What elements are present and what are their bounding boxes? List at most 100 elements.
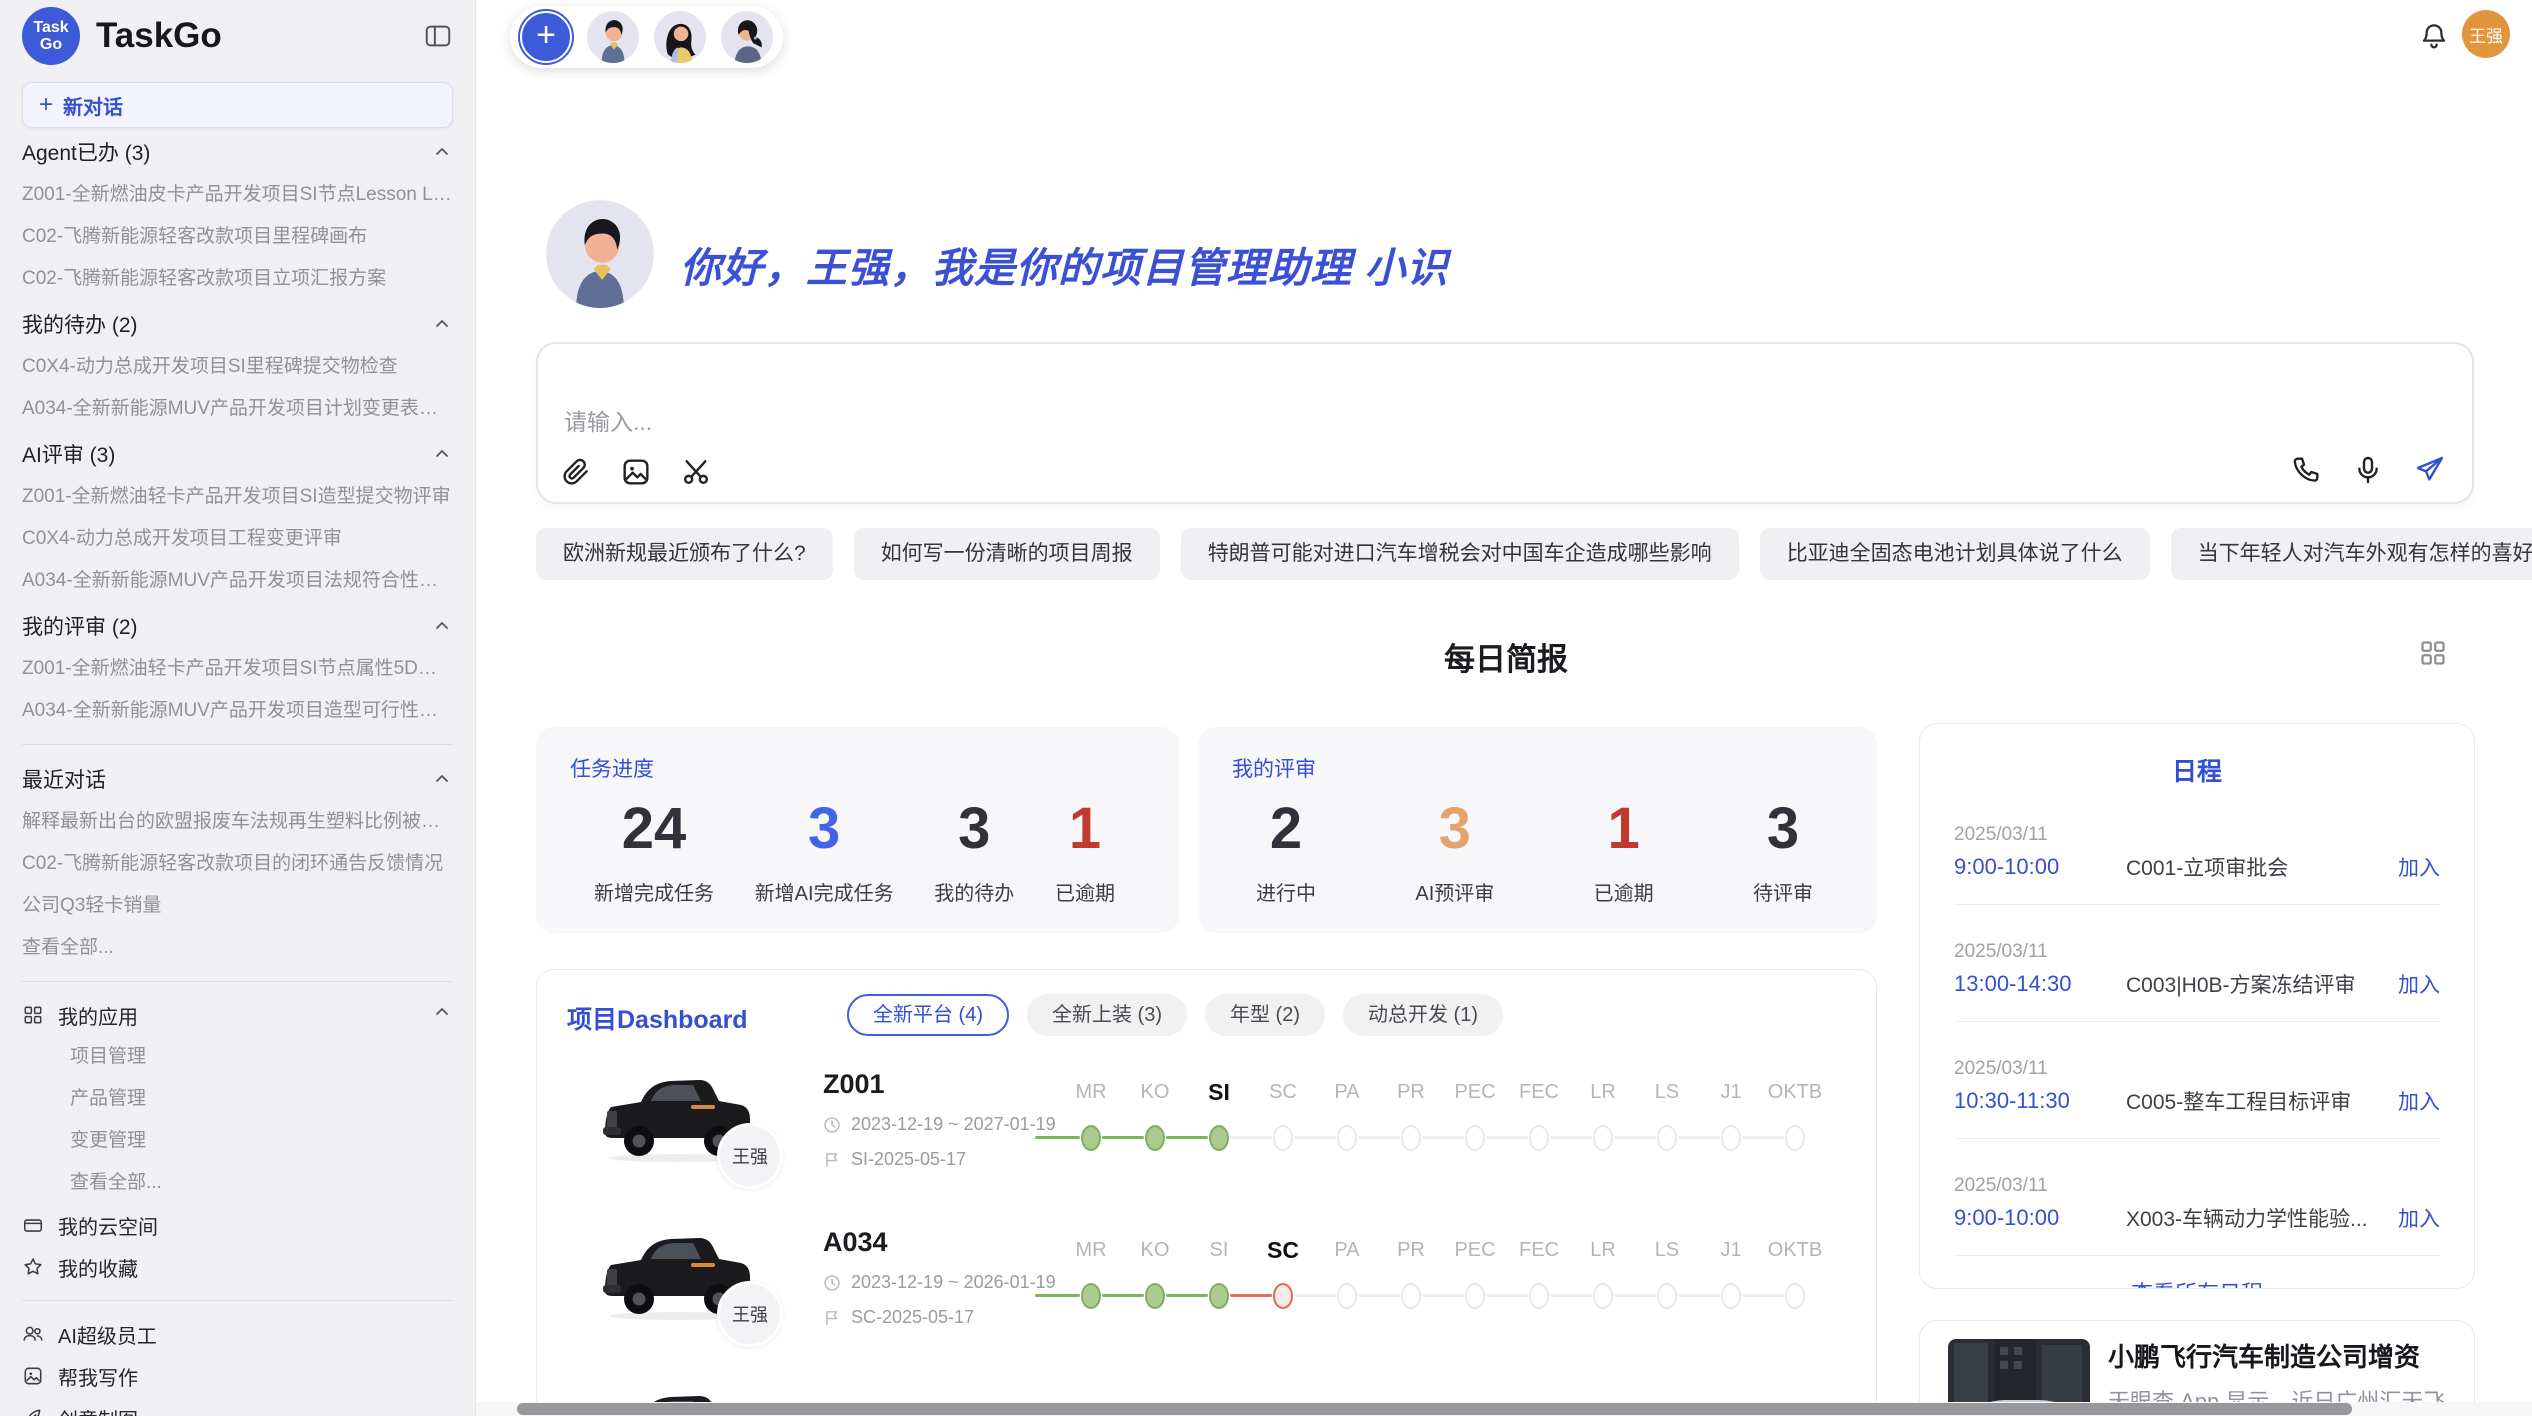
chevron-up-icon[interactable] — [431, 768, 453, 790]
dashboard-tab[interactable]: 年型 (2) — [1205, 994, 1325, 1036]
sidebar-tool-ai-staff[interactable]: AI超级员工 — [22, 1313, 453, 1355]
attach-icon[interactable] — [560, 456, 592, 488]
sidebar-my-apps[interactable]: 我的应用 — [22, 994, 453, 1036]
sidebar-task-item[interactable]: Z001-全新燃油轻卡产品开发项目SI节点属性5D文件评审 — [22, 648, 453, 690]
join-link[interactable]: 加入 — [2398, 1086, 2440, 1116]
new-session-button[interactable] — [520, 11, 572, 63]
date-range-text: 2023-12-19 ~ 2027-01-19 — [851, 1114, 1056, 1135]
image-icon[interactable] — [620, 456, 652, 488]
sidebar-section-label: 我的待办 (2) — [22, 309, 138, 339]
stat-label: 新增AI完成任务 — [755, 877, 894, 906]
app-logo-top: Task — [33, 19, 68, 36]
stat: 2进行中 — [1256, 797, 1316, 906]
suggestion-chip[interactable]: 欧洲新规最近颁布了什么? — [536, 528, 833, 580]
sidebar-recent-section: 最近对话解释最新出台的欧盟报废车法规再生塑料比例被调至15%...C02-飞腾新… — [22, 757, 453, 969]
project-dashboard-card: 项目Dashboard 全新平台 (4)全新上装 (3)年型 (2)动总开发 (… — [536, 969, 1877, 1416]
event-time: 10:30-11:30 — [1954, 1088, 2126, 1114]
stat-value: 3 — [755, 797, 894, 861]
app-item[interactable]: 产品管理 — [22, 1078, 453, 1120]
join-link[interactable]: 加入 — [2398, 1203, 2440, 1233]
sidebar-tool-writing[interactable]: 帮我写作 — [22, 1355, 453, 1397]
event-name: C003|H0B-方案冻结评审 — [2126, 969, 2398, 999]
stat: 3AI预评审 — [1415, 797, 1494, 906]
app-item[interactable]: 项目管理 — [22, 1036, 453, 1078]
suggestion-chip[interactable]: 特朗普可能对进口汽车增税会对中国车企造成哪些影响 — [1181, 528, 1739, 580]
chevron-up-icon[interactable] — [431, 443, 453, 465]
chevron-up-icon[interactable] — [431, 615, 453, 637]
join-link[interactable]: 加入 — [2398, 852, 2440, 882]
chat-input[interactable] — [562, 408, 1762, 437]
app-window: Task Go TaskGo 新对话 Agent已办 (3)Z001-全新燃油皮… — [0, 0, 2532, 1416]
view-all-chats-link[interactable]: 查看全部... — [22, 927, 453, 969]
schedule-event: 2025/03/119:00-10:00C001-立项审批会加入 — [1920, 824, 2474, 905]
app-item[interactable]: 变更管理 — [22, 1120, 453, 1162]
project-code[interactable]: Z001 — [823, 1069, 1056, 1100]
project-flag-milestone: SI-2025-05-17 — [823, 1149, 1056, 1170]
send-icon[interactable] — [2414, 454, 2446, 486]
sidebar-favorites[interactable]: 我的收藏 — [22, 1246, 453, 1288]
project-code[interactable]: A034 — [823, 1227, 1056, 1258]
milestone-dot — [1593, 1283, 1613, 1309]
suggestion-chips: 欧洲新规最近颁布了什么? 如何写一份清晰的项目周报特朗普可能对进口汽车增税会对中国… — [536, 528, 2476, 580]
sidebar-task-item[interactable]: C0X4-动力总成开发项目工程变更评审 — [22, 518, 453, 560]
phone-icon[interactable] — [2290, 454, 2322, 486]
milestone-label: MR — [1059, 1077, 1123, 1107]
sidebar-task-item[interactable]: A034-全新新能源MUV产品开发项目法规符合性评审 — [22, 560, 453, 602]
chevron-up-icon[interactable] — [431, 141, 453, 163]
recent-chat-item[interactable]: 解释最新出台的欧盟报废车法规再生塑料比例被调至15%... — [22, 801, 453, 843]
milestone-label: J1 — [1699, 1235, 1763, 1265]
chevron-up-icon[interactable] — [431, 1001, 453, 1029]
agent-avatar-1[interactable] — [587, 11, 639, 63]
sidebar-tool-drawing[interactable]: 创意制图 — [22, 1397, 453, 1416]
stat-value: 3 — [1753, 797, 1813, 861]
sidebar-task-item[interactable]: Z001-全新燃油皮卡产品开发项目SI节点Lesson Learn报告 — [22, 174, 453, 216]
sidebar-section-header[interactable]: Agent已办 (3) — [22, 130, 453, 174]
suggestion-chip[interactable]: 当下年轻人对汽车外观有怎样的喜好趋势 — [2171, 528, 2532, 580]
horizontal-scrollbar-thumb[interactable] — [517, 1403, 2352, 1415]
suggestion-chip[interactable]: 如何写一份清晰的项目周报 — [854, 528, 1160, 580]
chevron-up-icon[interactable] — [431, 313, 453, 335]
project-info: Z001 2023-12-19 ~ 2027-01-19 SI-2025-05-17 — [823, 1069, 1056, 1170]
milestone-label: PA — [1315, 1077, 1379, 1107]
sidebar-task-item[interactable]: A034-全新新能源MUV产品开发项目造型可行性评审 — [22, 690, 453, 732]
sidebar-task-item[interactable]: C02-飞腾新能源轻客改款项目立项汇报方案 — [22, 258, 453, 300]
sidebar-section-header[interactable]: 我的待办 (2) — [22, 302, 453, 346]
event-time: 13:00-14:30 — [1954, 971, 2126, 997]
sidebar-task-item[interactable]: Z001-全新燃油轻卡产品开发项目SI造型提交物评审 — [22, 476, 453, 518]
user-avatar[interactable]: 王强 — [2462, 10, 2510, 58]
divider — [1954, 904, 2440, 905]
new-chat-button[interactable]: 新对话 — [22, 82, 453, 128]
screenshot-scissors-icon[interactable] — [680, 456, 712, 488]
milestone-label: SC — [1251, 1077, 1315, 1107]
recent-chat-item[interactable]: C02-飞腾新能源轻客改款项目的闭环通告反馈情况 — [22, 843, 453, 885]
dashboard-tab[interactable]: 全新上装 (3) — [1027, 994, 1187, 1036]
agent-avatar-3[interactable] — [721, 11, 773, 63]
sidebar-task-item[interactable]: C0X4-动力总成开发项目SI里程碑提交物检查 — [22, 346, 453, 388]
sidebar-task-item[interactable]: C02-飞腾新能源轻客改款项目里程碑画布 — [22, 216, 453, 258]
sidebar-logo-row: Task Go TaskGo — [22, 0, 453, 72]
sidebar-cloud-space[interactable]: 我的云空间 — [22, 1204, 453, 1246]
milestone-node: OKTB — [1763, 1205, 1827, 1309]
sidebar-section-header[interactable]: 最近对话 — [22, 757, 453, 801]
milestone-node: LS — [1635, 1047, 1699, 1151]
quick-access-bar — [510, 6, 783, 68]
sidebar-task-item[interactable]: A034-全新新能源MUV产品开发项目计划变更表编写 — [22, 388, 453, 430]
dashboard-tab[interactable]: 全新平台 (4) — [847, 994, 1009, 1036]
layout-grid-icon[interactable] — [2418, 638, 2448, 668]
collapse-sidebar-icon[interactable] — [423, 21, 453, 51]
stat-value: 3 — [934, 797, 1014, 861]
join-link[interactable]: 加入 — [2398, 969, 2440, 999]
divider — [22, 744, 453, 745]
sidebar-section-header[interactable]: AI评审 (3) — [22, 432, 453, 476]
sidebar-section-header[interactable]: 我的评审 (2) — [22, 604, 453, 648]
dashboard-tab[interactable]: 动总开发 (1) — [1343, 994, 1503, 1036]
view-all-apps-link[interactable]: 查看全部... — [22, 1162, 453, 1204]
horizontal-scrollbar-track — [476, 1402, 2532, 1416]
notification-bell-icon[interactable] — [2418, 20, 2450, 52]
view-all-schedule-link[interactable]: 查看所有日程 — [1920, 1276, 2474, 1289]
recent-chat-item[interactable]: 公司Q3轻卡销量 — [22, 885, 453, 927]
mic-icon[interactable] — [2352, 454, 2384, 486]
agent-avatar-2[interactable] — [654, 11, 706, 63]
event-name: X003-车辆动力学性能验... — [2126, 1203, 2398, 1233]
suggestion-chip[interactable]: 比亚迪全固态电池计划具体说了什么 — [1760, 528, 2150, 580]
